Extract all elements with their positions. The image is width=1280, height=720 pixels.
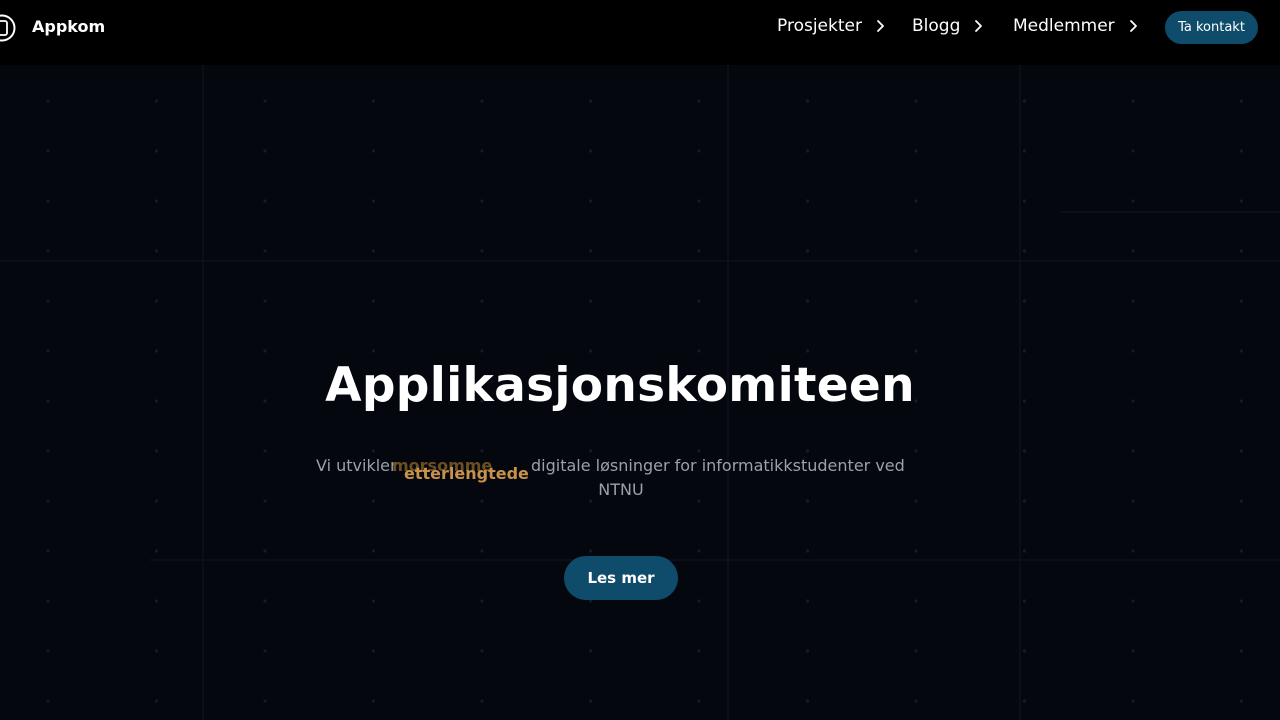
subtitle-line: Vi utvikler morsomme etterlengtede digit… <box>316 454 936 483</box>
chevron-right-icon <box>975 20 983 32</box>
nav-item-medlemmer[interactable]: Medlemmer <box>1013 16 1138 36</box>
nav-item-prosjekter[interactable]: Prosjekter <box>777 16 885 36</box>
page: Appkom Prosjekter Blogg Medlemmer Ta kon… <box>0 0 1280 720</box>
logo-icon <box>0 14 16 42</box>
top-navigation-bar: Appkom Prosjekter Blogg Medlemmer Ta kon… <box>0 0 1280 65</box>
nav-item-label: Medlemmer <box>1013 16 1115 36</box>
hero-title: Applikasjonskomiteen <box>325 358 915 413</box>
subtitle-suffix: digitale løsninger for informatikkstuden… <box>531 456 905 475</box>
read-more-button[interactable]: Les mer <box>564 556 678 600</box>
chevron-right-icon <box>877 20 884 32</box>
nav-item-label: Prosjekter <box>777 16 862 36</box>
contact-button[interactable]: Ta kontakt <box>1165 11 1258 44</box>
hero-subtitle: Vi utvikler morsomme etterlengtede digit… <box>316 454 936 502</box>
rotating-word: etterlengtede <box>404 464 529 483</box>
subtitle-prefix: Vi utvikler <box>316 456 397 475</box>
chevron-right-icon <box>1129 20 1137 32</box>
brand-name: Appkom <box>32 17 106 36</box>
nav-item-label: Blogg <box>912 16 961 36</box>
nav-item-blogg[interactable]: Blogg <box>912 16 983 36</box>
